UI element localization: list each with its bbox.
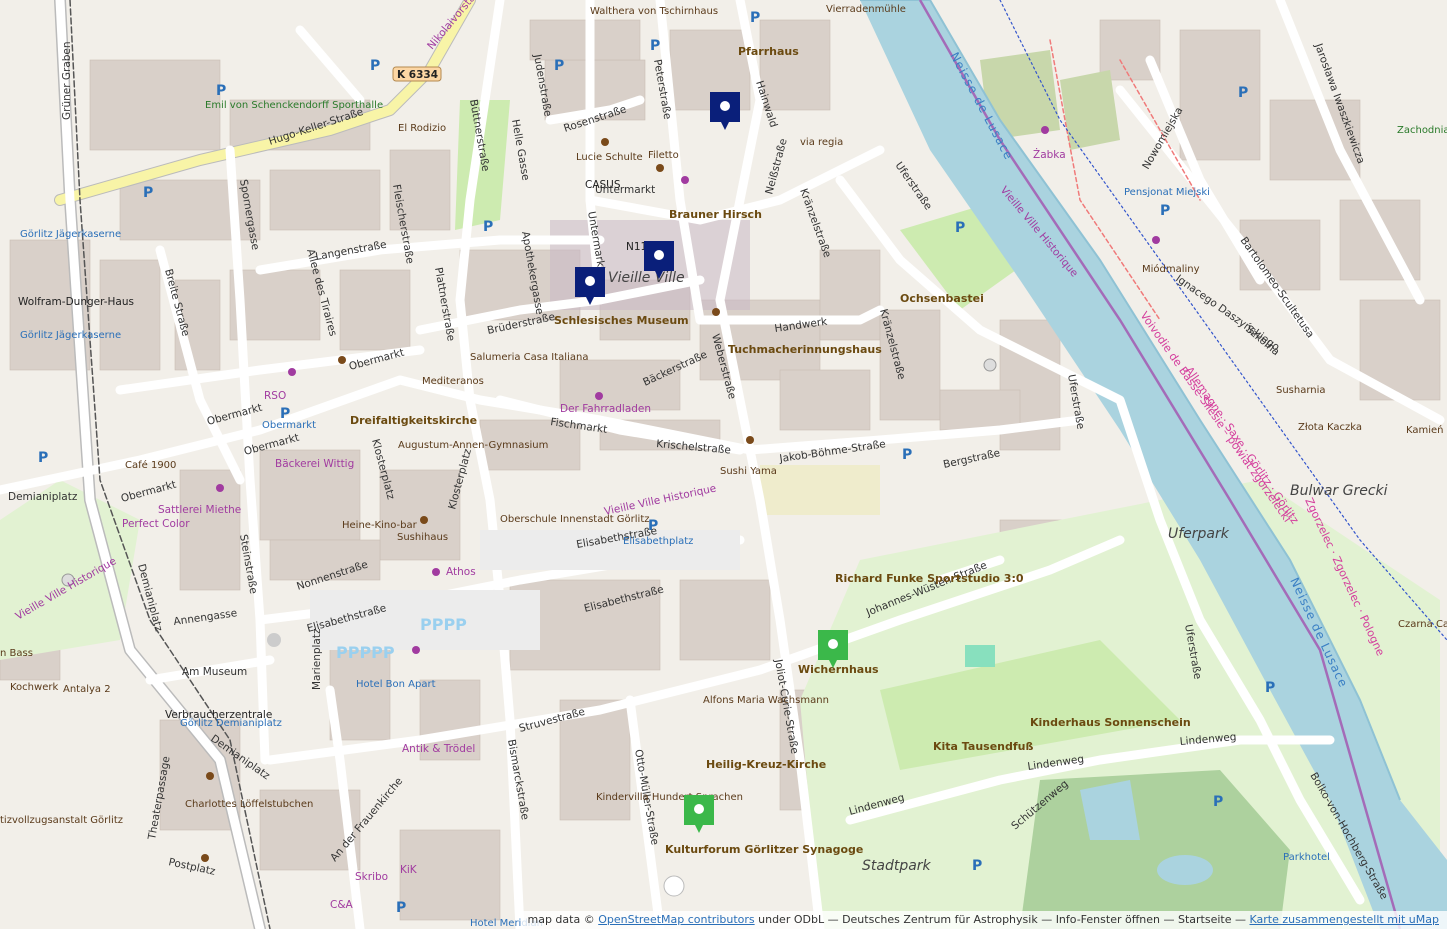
label-obermarkt-parking: Obermarkt bbox=[262, 420, 316, 431]
svg-text:P: P bbox=[1265, 680, 1275, 696]
svg-text:P: P bbox=[143, 185, 153, 201]
svg-text:P: P bbox=[554, 58, 564, 74]
svg-text:P: P bbox=[750, 10, 760, 26]
label-zabka: Żabka bbox=[1033, 148, 1066, 161]
label-am-museum: Am Museum bbox=[182, 666, 247, 678]
label-vollzugsanstalt: tizvollzugsanstalt Görlitz bbox=[0, 815, 123, 826]
attribution-bar: map data © OpenStreetMap contributors un… bbox=[521, 911, 1447, 929]
label-kulturforum: Kulturforum Görlitzer Synagoge bbox=[665, 843, 863, 856]
label-demianiplatz-1: Demianiplatz bbox=[8, 491, 78, 503]
label-sushihaus: Sushihaus bbox=[397, 532, 448, 543]
svg-text:P: P bbox=[216, 83, 226, 99]
label-stadtpark: Stadtpark bbox=[862, 858, 932, 874]
label-wolfram: Wolfram-Dunger-Haus bbox=[18, 296, 134, 308]
label-marienplatz: Marienplatz bbox=[311, 628, 323, 690]
label-richard-funke: Richard Funke Sportstudio 3:0 bbox=[835, 572, 1024, 585]
marker-dot bbox=[720, 101, 730, 111]
label-vieille-ville: Vieille Ville bbox=[608, 270, 685, 286]
label-tuchmacher: Tuchmacherinnungshaus bbox=[728, 343, 882, 356]
svg-text:P: P bbox=[1213, 794, 1223, 810]
label-elisabethplatz: Elisabethplatz bbox=[623, 536, 693, 547]
label-hotel-bon-apart: Hotel Bon Apart bbox=[356, 679, 436, 690]
label-kik: KiK bbox=[400, 864, 418, 876]
marker-dot bbox=[654, 250, 664, 260]
label-oberschule: Oberschule Innenstadt Görlitz bbox=[500, 514, 650, 525]
svg-text:P: P bbox=[972, 858, 982, 874]
label-kindervilla: Kindervilla Hundert Sprachen bbox=[596, 792, 743, 803]
label-ochsenbastei: Ochsenbastei bbox=[900, 292, 984, 305]
label-heilig-kreuz: Heilig-Kreuz-Kirche bbox=[706, 758, 826, 771]
label-casus: CASUS bbox=[585, 179, 621, 191]
label-heine-kino: Heine-Kino-bar bbox=[342, 520, 418, 531]
label-perfect-color: Perfect Color bbox=[122, 518, 190, 530]
label-zlota-kaczka: Złota Kaczka bbox=[1298, 422, 1362, 433]
label-zachodnia: Zachodnia bbox=[1397, 125, 1447, 136]
label-filetto: Filetto bbox=[648, 150, 679, 161]
osm-contributors-link[interactable]: OpenStreetMap contributors bbox=[598, 913, 754, 926]
label-via-regia: via regia bbox=[800, 137, 843, 148]
label-rso: RSO bbox=[264, 390, 286, 402]
svg-text:P: P bbox=[955, 220, 965, 236]
marker-dot bbox=[828, 639, 838, 649]
label-schlesisches: Schlesisches Museum bbox=[554, 314, 689, 327]
label-skribo: Skribo bbox=[355, 871, 388, 883]
label-uferpark: Uferpark bbox=[1168, 526, 1230, 542]
label-sattlerei: Sattlerei Miethe bbox=[158, 504, 241, 516]
label-miodmaliny: Miódmaliny bbox=[1142, 263, 1200, 275]
label-mediteranos: Mediteranos bbox=[422, 376, 484, 387]
svg-text:PPPP: PPPP bbox=[420, 615, 467, 634]
label-dreifaltigkeit: Dreifaltigkeitskirche bbox=[350, 414, 477, 427]
label-kamien: Kamień bbox=[1406, 424, 1444, 436]
label-augustum: Augustum-Annen-Gymnasium bbox=[398, 440, 548, 451]
label-athos: Athos bbox=[446, 566, 476, 578]
svg-text:P: P bbox=[396, 900, 406, 916]
label-kinderhaus: Kinderhaus Sonnenschein bbox=[1030, 716, 1191, 729]
attribution-license: under ODbL — Deutsches Zentrum für Astro… bbox=[758, 913, 1246, 926]
label-sushi-yama: Sushi Yama bbox=[720, 466, 777, 477]
svg-text:PPPPP: PPPPP bbox=[336, 643, 395, 662]
marker-dot bbox=[585, 276, 595, 286]
label-jaegerkaserne-1: Görlitz Jägerkaserne bbox=[20, 229, 121, 240]
label-el-rodizio: El Rodizio bbox=[398, 123, 446, 134]
label-charlottes: Charlottes Löffelstubchen bbox=[185, 799, 313, 810]
label-emil: Emil von Schenckendorff Sporthalle bbox=[205, 100, 383, 111]
label-kochwerk: Kochwerk bbox=[10, 682, 58, 693]
label-bass: n Bass bbox=[0, 648, 33, 659]
label-pensjonat: Pensjonat Miejski bbox=[1124, 187, 1210, 198]
svg-text:P: P bbox=[483, 219, 493, 235]
label-gruener-graben: Grüner Graben bbox=[61, 41, 73, 120]
label-ca: C&A bbox=[330, 899, 354, 911]
label-lucie-schulte: Lucie Schulte bbox=[576, 152, 643, 163]
label-k6334: K 6334 bbox=[397, 69, 438, 81]
svg-text:P: P bbox=[370, 58, 380, 74]
label-baeckerei: Bäckerei Wittig bbox=[275, 458, 354, 470]
label-waltherhaus: Walthera von Tschirnhaus bbox=[590, 6, 718, 17]
svg-text:P: P bbox=[1238, 85, 1248, 101]
label-antik: Antik & Trödel bbox=[402, 743, 475, 755]
umap-link[interactable]: Karte zusammengestellt mit uMap bbox=[1250, 913, 1440, 926]
svg-text:P: P bbox=[1160, 203, 1170, 219]
label-pfarrhaus: Pfarrhaus bbox=[738, 45, 799, 58]
map-canvas[interactable]: PPP PPP PPP PPP PPP PPP PPPPPPPPP Hugo-K… bbox=[0, 0, 1447, 929]
label-fahrradladen: Der Fahrradladen bbox=[560, 403, 651, 415]
label-cafe1900: Café 1900 bbox=[125, 459, 176, 471]
label-jaegerkaserne-2: Görlitz Jägerkaserne bbox=[20, 330, 121, 341]
svg-text:P: P bbox=[38, 450, 48, 466]
label-parkhotel: Parkhotel bbox=[1283, 852, 1330, 863]
label-wichernhaus: Wichernhaus bbox=[798, 663, 879, 676]
label-alfons: Alfons Maria Wachsmann bbox=[703, 695, 829, 706]
label-bulwar: Bulwar Grecki bbox=[1290, 483, 1388, 499]
attribution-prefix: map data © bbox=[527, 913, 595, 926]
marker-dot bbox=[694, 804, 704, 814]
label-salumeria: Salumeria Casa Italiana bbox=[470, 352, 588, 363]
label-antalya: Antalya 2 bbox=[63, 684, 111, 695]
label-kita: Kita Tausendfuß bbox=[933, 740, 1033, 753]
svg-text:P: P bbox=[902, 447, 912, 463]
label-brauner-hirsch: Brauner Hirsch bbox=[669, 208, 762, 221]
label-susharnia: Susharnia bbox=[1276, 385, 1326, 396]
label-vierradenmuehle: Vierradenmühle bbox=[826, 4, 906, 15]
label-czarna-ca: Czarna Ca bbox=[1398, 619, 1447, 630]
label-goerlitz-demiani: Görlitz Demianiplatz bbox=[180, 718, 282, 729]
svg-text:P: P bbox=[650, 38, 660, 54]
